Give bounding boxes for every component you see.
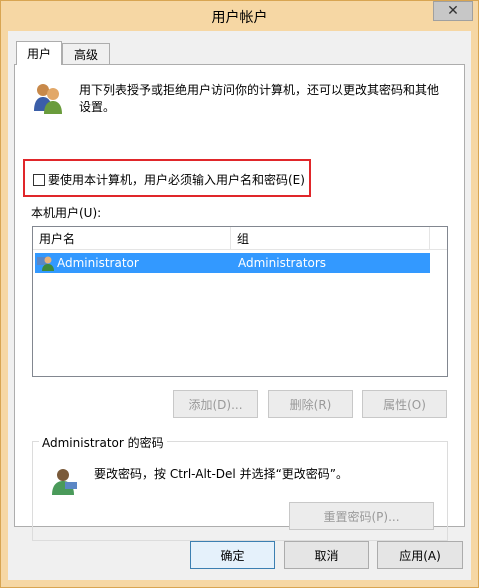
users-list-label: 本机用户(U): <box>31 206 102 220</box>
window-title: 用户帐户 <box>211 10 268 26</box>
reset-password-button[interactable]: 重置密码(P)... <box>289 502 434 530</box>
user-name-cell: Administrator <box>57 256 139 270</box>
apply-button[interactable]: 应用(A) <box>377 541 463 569</box>
tab-advanced-label: 高级 <box>73 48 98 62</box>
intro-text: 用下列表授予或拒绝用户访问你的计算机，还可以更改其密码和其他设置。 <box>79 83 440 114</box>
tab-users[interactable]: 用户 <box>16 41 62 65</box>
close-icon: ✕ <box>447 3 459 19</box>
password-group-title: Administrator 的密码 <box>39 434 167 451</box>
dialog-client: 用户 高级 用下列表授予或拒绝用户访问你的计算机，还可以更改其密码和其他设置。 … <box>8 31 471 580</box>
users-tab-panel: 用下列表授予或拒绝用户访问你的计算机，还可以更改其密码和其他设置。 要使用本计算… <box>14 64 465 541</box>
column-divider[interactable] <box>429 227 430 249</box>
cancel-button[interactable]: 取消 <box>284 541 369 569</box>
user-icon <box>37 256 54 271</box>
user-password-icon <box>52 469 77 495</box>
password-info-text: 要改密码，按 Ctrl-Alt-Del 并选择“更改密码”。 <box>94 467 349 481</box>
user-group-cell: Administrators <box>238 256 327 270</box>
ok-button[interactable]: 确定 <box>190 541 275 569</box>
password-group: Administrator 的密码 要改密码，按 Ctrl-Alt-Del 并选… <box>32 434 448 541</box>
require-password-checkbox[interactable] <box>33 174 45 186</box>
header-divider <box>33 249 447 250</box>
column-header-username[interactable]: 用户名 <box>39 227 75 249</box>
title-bar[interactable]: 用户帐户 ✕ <box>0 0 479 32</box>
remove-user-button[interactable]: 删除(R) <box>268 390 353 418</box>
column-divider[interactable] <box>230 227 231 249</box>
require-password-label[interactable]: 要使用本计算机，用户必须输入用户名和密码(E) <box>48 171 305 188</box>
column-header-group[interactable]: 组 <box>237 227 249 249</box>
close-button[interactable]: ✕ <box>433 1 473 21</box>
tab-advanced[interactable]: 高级 <box>62 43 110 65</box>
add-user-button[interactable]: 添加(D)... <box>173 390 258 418</box>
table-row[interactable]: Administrator Administrators <box>35 253 430 273</box>
tab-users-label: 用户 <box>26 47 51 61</box>
users-list[interactable]: 用户名 组 Administrator Administrators <box>32 226 448 377</box>
user-properties-button[interactable]: 属性(O) <box>362 390 447 418</box>
users-icon <box>34 84 62 114</box>
